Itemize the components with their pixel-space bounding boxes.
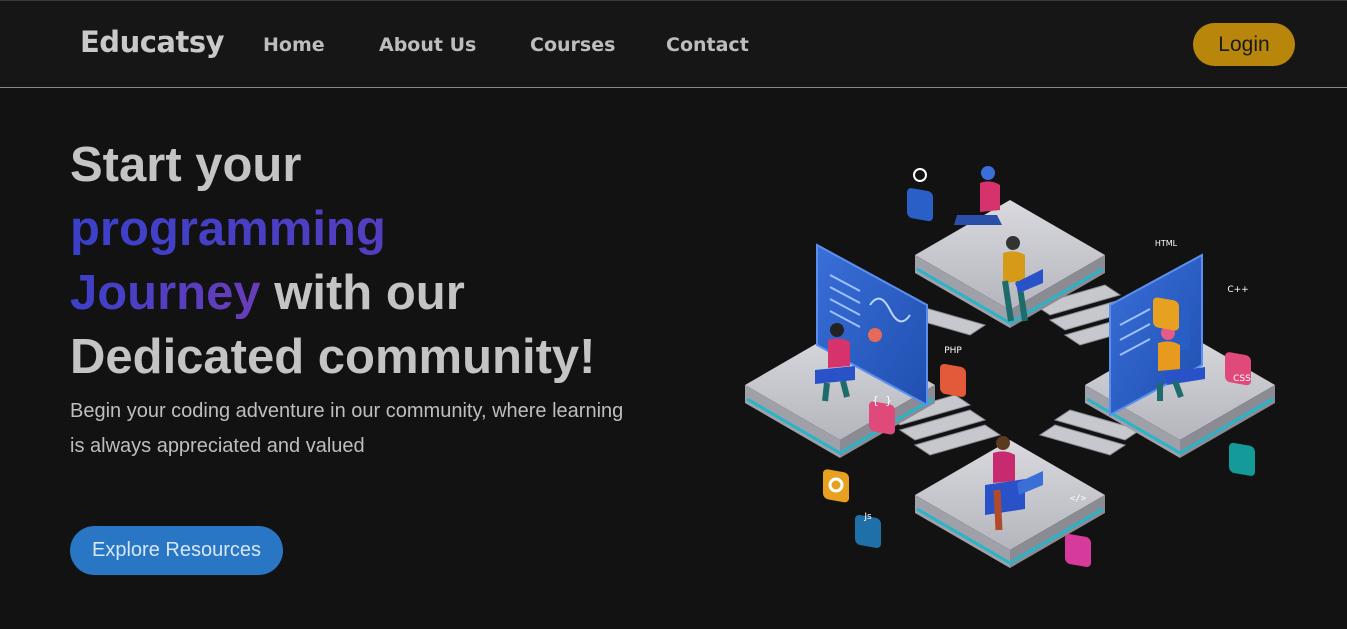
braces-badge: { } <box>869 394 895 435</box>
php-badge: PHP <box>940 346 966 397</box>
nav-link-home[interactable]: Home <box>263 34 325 56</box>
cpp-badge: C++ <box>1225 285 1251 386</box>
svg-text:{ }: { } <box>872 394 892 407</box>
navbar: Educatsy Home About Us Courses Contact L… <box>0 0 1347 88</box>
svg-text:C++: C++ <box>1227 285 1248 295</box>
nav-link-courses[interactable]: Courses <box>530 34 615 56</box>
brand-logo[interactable]: Educatsy <box>80 25 225 59</box>
hero-title-accent-journey: Journey <box>70 266 261 320</box>
svg-text:PHP: PHP <box>944 346 962 356</box>
hero-title-line-3: Journey with our <box>70 261 670 325</box>
svg-text:HTML: HTML <box>1155 239 1178 248</box>
hero-title-line-4: Dedicated community! <box>70 330 596 384</box>
gear-icon <box>823 469 849 503</box>
isometric-community-illustration: HTML C++ PHP CSS { } </> Js <box>745 166 1275 568</box>
hero-title: Start your programming Journey with our … <box>70 133 670 389</box>
nav-link-about-us[interactable]: About Us <box>379 34 476 56</box>
svg-text:</>: </> <box>1070 494 1087 504</box>
explore-resources-button[interactable]: Explore Resources <box>70 526 283 575</box>
hero-subtitle: Begin your coding adventure in our commu… <box>70 400 624 457</box>
svg-text:CSS: CSS <box>1233 374 1251 384</box>
login-button[interactable]: Login <box>1193 23 1295 66</box>
hero-title-with-our: with our <box>260 266 465 320</box>
hero-title-line-1: Start your <box>70 138 302 192</box>
js-badge: Js <box>855 512 881 548</box>
svg-text:Js: Js <box>863 512 872 522</box>
search-icon <box>907 168 933 222</box>
nav-link-contact[interactable]: Contact <box>666 34 749 56</box>
hero-title-accent-programming: programming <box>70 197 670 261</box>
